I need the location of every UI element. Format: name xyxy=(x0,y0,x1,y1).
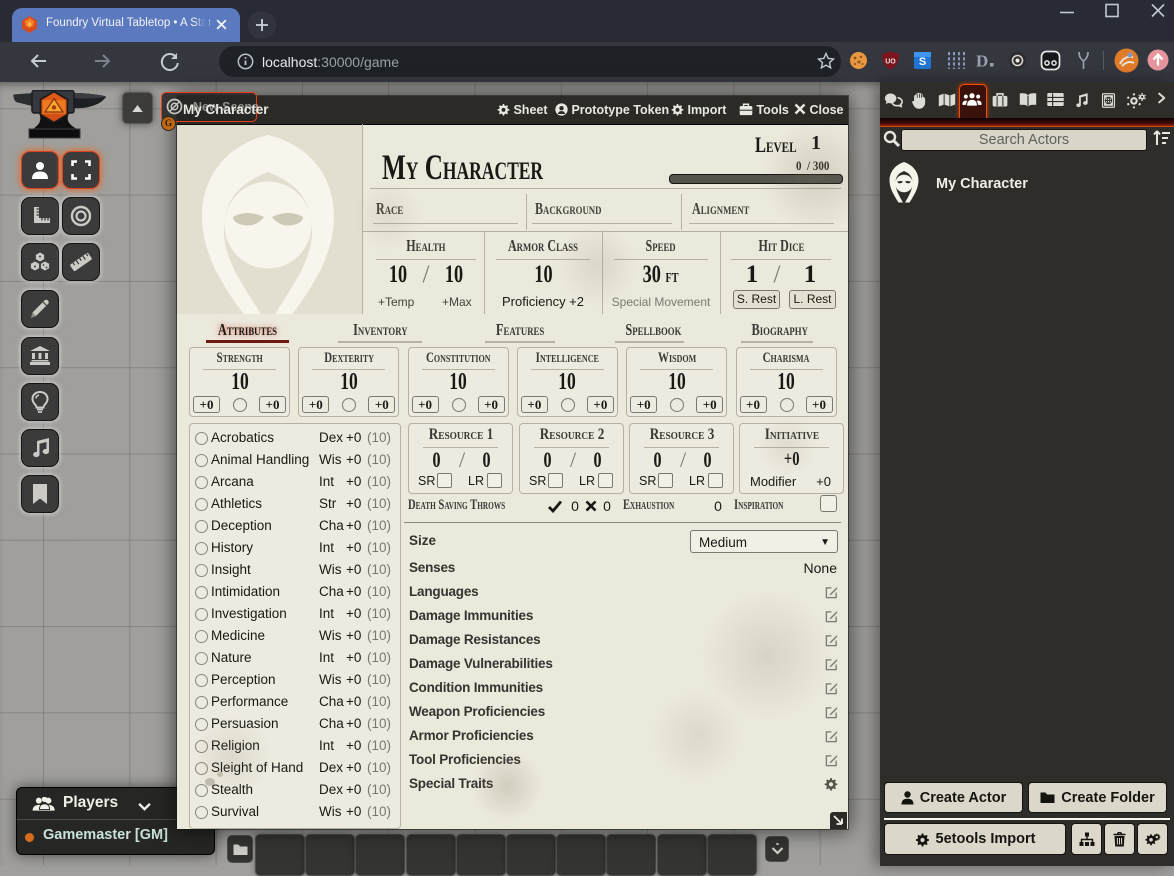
svg-text:UO: UO xyxy=(885,59,896,66)
svg-text:S: S xyxy=(919,56,926,68)
svg-text:D: D xyxy=(976,52,988,71)
